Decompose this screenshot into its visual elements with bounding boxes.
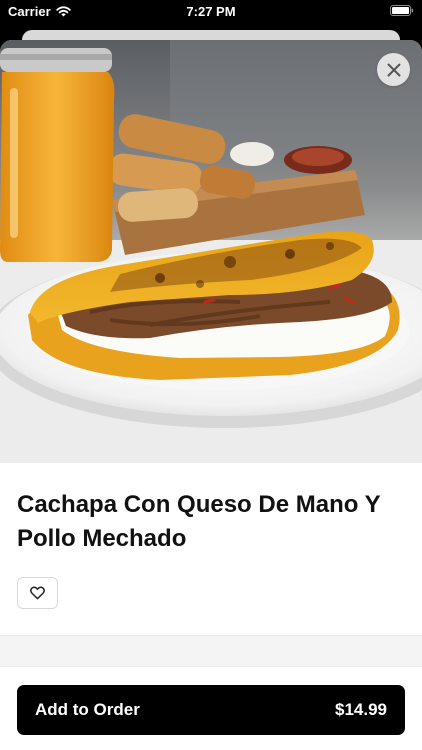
add-to-order-label: Add to Order [35, 700, 140, 719]
item-title: Cachapa Con Queso De Mano Y Pollo Mechad… [17, 491, 381, 552]
close-button[interactable] [377, 53, 410, 86]
food-photo [0, 40, 422, 463]
screen: Carrier 7:27 PM Cachapa Con Queso De Man… [0, 0, 422, 750]
heart-icon [30, 586, 45, 600]
battery-icon [390, 5, 414, 16]
status-time: 7:27 PM [186, 4, 236, 19]
close-icon [387, 63, 400, 76]
item-content: Cachapa Con Queso De Mano Y Pollo Mechad… [0, 463, 422, 609]
favorite-button[interactable] [17, 577, 58, 609]
order-price: $14.99 [335, 700, 387, 719]
add-to-order-button[interactable]: Add to Order $14.99 [17, 685, 405, 735]
item-detail-sheet: Cachapa Con Queso De Mano Y Pollo Mechad… [0, 40, 422, 750]
status-bar: Carrier 7:27 PM [0, 0, 422, 22]
section-divider [0, 635, 422, 667]
